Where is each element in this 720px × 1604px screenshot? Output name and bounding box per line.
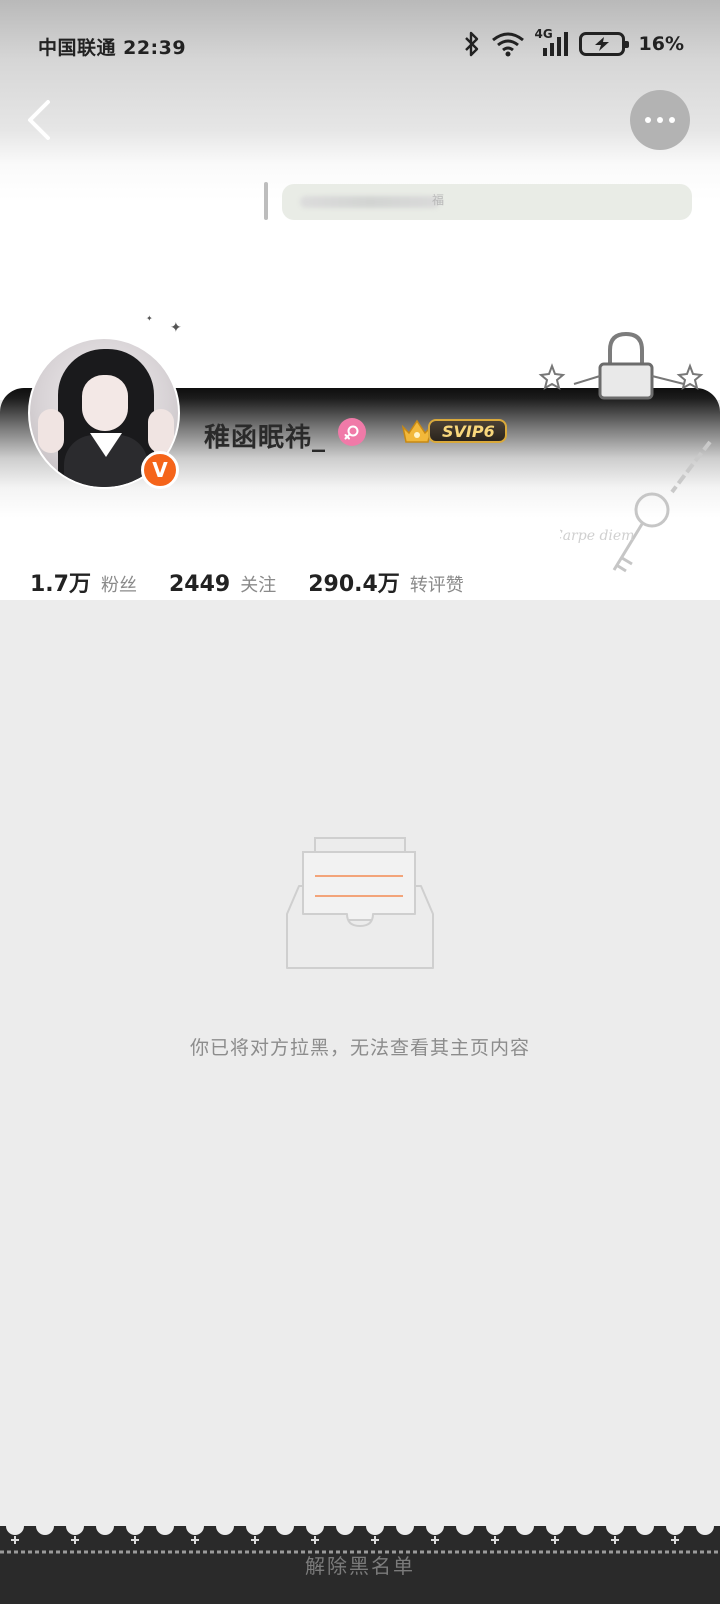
signature-text: 福 xyxy=(432,193,445,207)
signal-bars-icon xyxy=(542,32,568,56)
wifi-icon xyxy=(491,32,524,57)
cellular-signal: 4G xyxy=(535,27,569,58)
battery-icon xyxy=(578,32,629,56)
carrier-time: 中国联通 22:39 xyxy=(38,37,187,59)
key-decoration-icon: Carpe diem xyxy=(560,440,712,573)
stat-label: 转评赞 xyxy=(409,575,464,596)
profile-page: 中国联通 22:39 4G 16% 福 ✦ ✦ Carpe diem V 稚函眠… xyxy=(0,0,720,1604)
battery-percent: 16% xyxy=(638,33,684,55)
more-dot xyxy=(657,117,663,123)
stat-following[interactable]: 2449 关注 xyxy=(169,571,276,597)
username: 稚函眠祎_ xyxy=(204,423,327,453)
sparkle-icon: ✦ xyxy=(170,320,182,336)
stat-label: 关注 xyxy=(240,575,277,596)
svip-badge[interactable]: SVIP6 xyxy=(400,417,507,445)
profile-stats: 1.7万 粉丝 2449 关注 290.4万 转评赞 xyxy=(30,566,496,598)
back-button[interactable] xyxy=(22,98,62,142)
status-icons: 4G 16% xyxy=(463,27,684,60)
lock-decoration-icon xyxy=(538,332,704,400)
signature-blurred xyxy=(300,196,440,208)
verified-badge: V xyxy=(141,451,179,489)
status-bar: 中国联通 22:39 4G 16% xyxy=(0,0,720,90)
stat-value: 290.4万 xyxy=(308,572,400,597)
female-icon xyxy=(338,418,366,446)
stat-followers[interactable]: 1.7万 粉丝 xyxy=(30,566,137,598)
profile-signature: 福 xyxy=(282,184,692,220)
more-dot xyxy=(645,117,651,123)
stat-value: 1.7万 xyxy=(30,572,91,597)
chevron-left-icon xyxy=(28,100,50,140)
sparkle-icon: ✦ xyxy=(146,314,153,323)
signature-quote-bar xyxy=(264,182,268,220)
stat-interactions[interactable]: 290.4万 转评赞 xyxy=(308,566,464,598)
more-dot xyxy=(669,117,675,123)
unblock-button[interactable]: 解除黑名单 xyxy=(0,1544,720,1584)
stat-value: 2449 xyxy=(168,572,231,597)
inbox-empty-icon xyxy=(286,837,434,969)
blocked-message: 你已将对方拉黑，无法查看其主页内容 xyxy=(189,1037,530,1059)
svip-label: SVIP6 xyxy=(428,419,507,443)
more-button[interactable] xyxy=(630,90,690,150)
bluetooth-icon xyxy=(464,31,478,57)
blocked-content-area xyxy=(0,600,720,1520)
svg-text:Carpe diem: Carpe diem xyxy=(560,528,634,544)
stat-label: 粉丝 xyxy=(100,575,137,596)
